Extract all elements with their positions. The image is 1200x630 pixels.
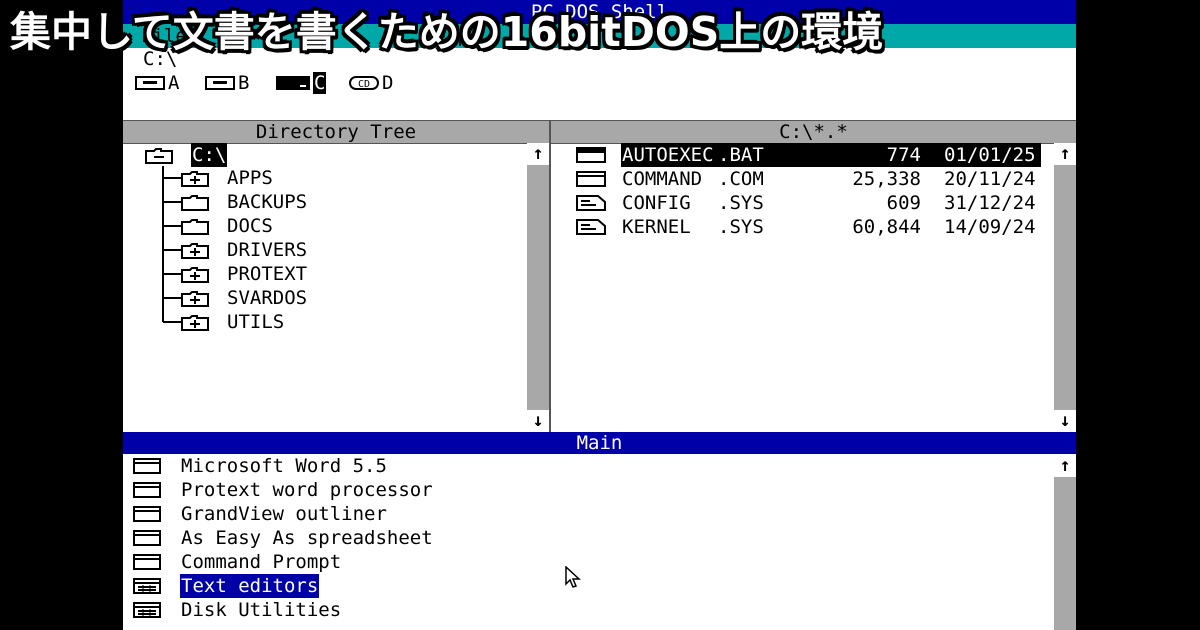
tree-folder-label: DRIVERS — [227, 239, 308, 261]
tree-root[interactable]: C:\ — [123, 143, 523, 167]
tree-folder-apps[interactable]: APPS — [123, 166, 523, 190]
main-scrollbar[interactable]: ↑ — [1054, 455, 1076, 630]
program-group[interactable]: Disk Utilities — [133, 598, 1013, 622]
file-name: AUTOEXEC — [622, 144, 714, 166]
file-row[interactable]: AUTOEXEC .BAT 774 01/01/25 — [576, 143, 1046, 167]
file-date: 20/11/24 — [944, 168, 1036, 190]
tree-folder-docs[interactable]: DOCS — [123, 214, 523, 238]
program-item-icon — [133, 554, 161, 570]
program-group-icon — [133, 578, 161, 594]
program-item[interactable]: Microsoft Word 5.5 — [133, 454, 1013, 478]
file-list-scrollbar[interactable]: ↑ ↓ — [1054, 143, 1076, 432]
tree-folder-label: BACKUPS — [227, 191, 308, 213]
tree-folder-utils[interactable]: UTILS — [123, 310, 523, 334]
file-list-header: C:\*.* — [551, 120, 1076, 144]
tree-folder-svardos[interactable]: SVARDOS — [123, 286, 523, 310]
scroll-up-arrow-icon[interactable]: ↑ — [1054, 143, 1076, 165]
file-size: 774 — [886, 144, 921, 166]
folder-expand-icon — [181, 243, 209, 259]
folder-expand-icon — [181, 171, 209, 187]
tree-folder-drivers[interactable]: DRIVERS — [123, 238, 523, 262]
file-ext: .SYS — [718, 192, 764, 214]
tree-folder-label: APPS — [227, 167, 273, 189]
tree-folder-label: DOCS — [227, 215, 273, 237]
file-name: COMMAND — [622, 168, 714, 190]
program-item-label: GrandView outliner — [181, 503, 387, 525]
program-item-icon — [133, 530, 161, 546]
program-item-label: As Easy As spreadsheet — [181, 527, 433, 549]
program-item[interactable]: As Easy As spreadsheet — [133, 526, 1013, 550]
tree-folder-label: PROTEXT — [227, 263, 308, 285]
scroll-up-arrow-icon[interactable]: ↑ — [1054, 455, 1076, 477]
tree-folder-label: SVARDOS — [227, 287, 308, 309]
program-file-icon — [576, 171, 606, 187]
file-row[interactable]: COMMAND .COM 25,338 20/11/24 — [576, 167, 1046, 191]
folder-icon — [181, 195, 209, 211]
program-item-label: Protext word processor — [181, 479, 433, 501]
file-date: 31/12/24 — [944, 192, 1036, 214]
main-group-header: Main — [123, 432, 1076, 454]
program-item-icon — [133, 482, 161, 498]
program-item-icon — [133, 458, 161, 474]
program-item-label: Command Prompt — [181, 551, 342, 573]
file-row[interactable]: KERNEL .SYS 60,844 14/09/24 — [576, 215, 1046, 239]
program-group-label: Disk Utilities — [181, 599, 342, 621]
file-ext: .BAT — [718, 144, 764, 166]
document-file-icon — [576, 195, 606, 211]
file-ext: .COM — [718, 168, 764, 190]
tree-folder-protext[interactable]: PROTEXT — [123, 262, 523, 286]
document-file-icon — [576, 219, 606, 235]
file-size: 609 — [886, 192, 921, 214]
pane-divider — [549, 120, 551, 432]
tree-root-label: C:\ — [191, 143, 228, 167]
file-date: 14/09/24 — [944, 216, 1036, 238]
batch-file-icon — [576, 147, 606, 163]
tree-folder-backups[interactable]: BACKUPS — [123, 190, 523, 214]
folder-expand-icon — [181, 267, 209, 283]
program-item-icon — [133, 506, 161, 522]
file-row[interactable]: CONFIG .SYS 609 31/12/24 — [576, 191, 1046, 215]
program-item-label: Microsoft Word 5.5 — [181, 455, 387, 477]
tree-folder-label: UTILS — [227, 311, 285, 333]
file-date: 01/01/25 — [944, 144, 1036, 166]
folder-expand-icon — [181, 315, 209, 331]
program-group-icon — [133, 602, 161, 618]
file-size: 60,844 — [852, 216, 921, 238]
dos-shell-screen: PC DOS Shell File Help C:\ A B C CD D Di… — [123, 0, 1076, 630]
mouse-pointer-icon — [565, 566, 581, 588]
scroll-down-arrow-icon[interactable]: ↓ — [527, 410, 549, 432]
file-name: CONFIG — [622, 192, 714, 214]
folder-expand-icon — [181, 291, 209, 307]
article-title-overlay: 集中して文書を書くための16bitDOS上の環境 — [10, 8, 884, 56]
file-ext: .SYS — [718, 216, 764, 238]
file-size: 25,338 — [852, 168, 921, 190]
program-group-label: Text editors — [180, 574, 320, 598]
file-name: KERNEL — [622, 216, 714, 238]
program-item[interactable]: Protext word processor — [133, 478, 1013, 502]
scroll-down-arrow-icon[interactable]: ↓ — [1054, 410, 1076, 432]
folder-icon — [181, 219, 209, 235]
folder-collapse-icon — [145, 148, 173, 164]
program-item[interactable]: GrandView outliner — [133, 502, 1013, 526]
